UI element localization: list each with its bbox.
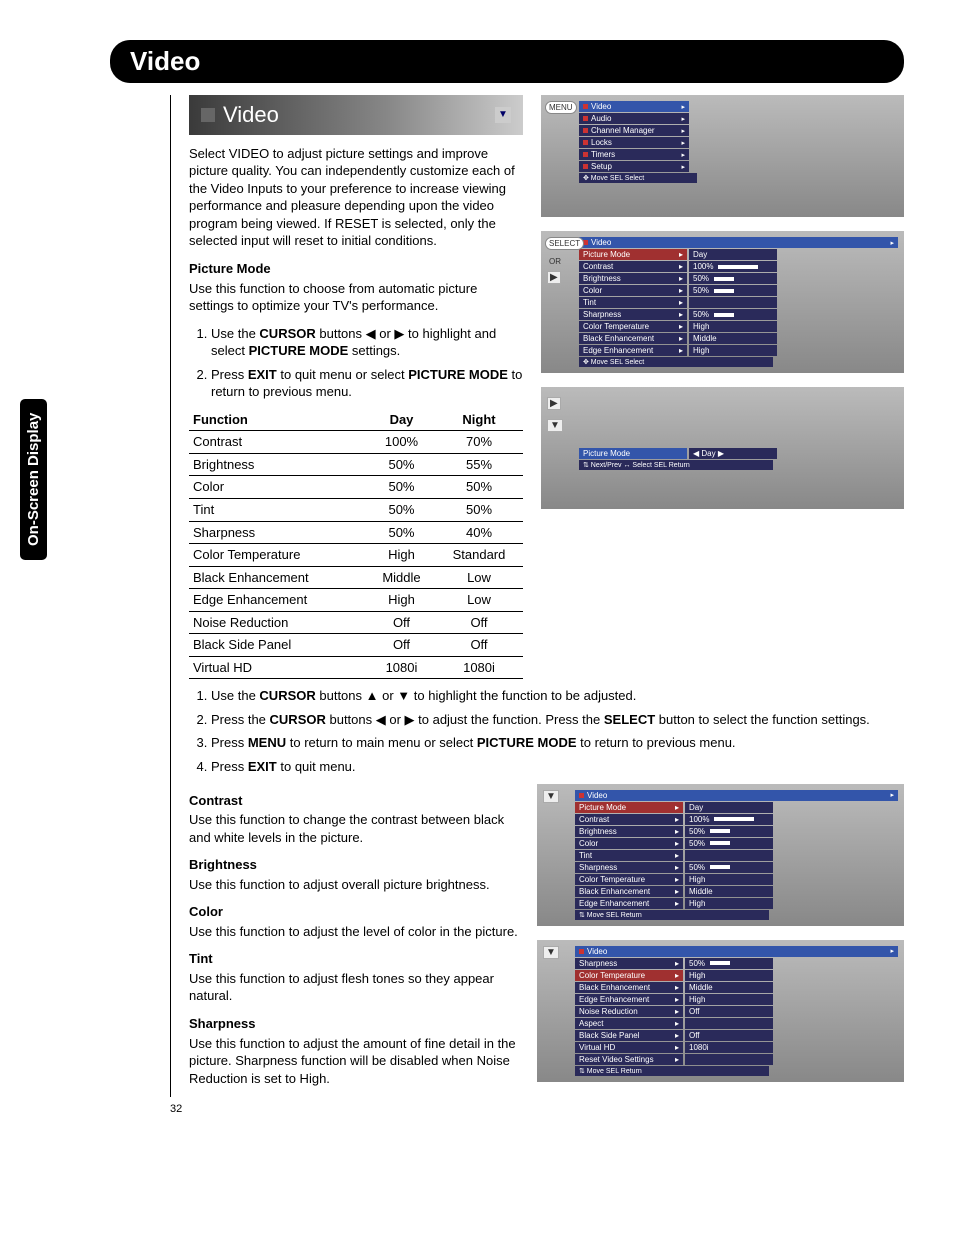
right-arrow-icon: ▶ — [547, 271, 561, 284]
osd-menu-item: Setup▸ — [579, 161, 689, 172]
page-number: 32 — [170, 1103, 904, 1115]
osd-row: Color Temperature▸High — [579, 321, 898, 332]
osd-menu-item: Video▸ — [579, 101, 689, 112]
function-table: FunctionDayNight Contrast100%70%Brightne… — [189, 409, 523, 680]
osd-row: Sharpness▸50% — [575, 862, 898, 873]
osd-menu-item: Channel Manager▸ — [579, 125, 689, 136]
table-row: Virtual HD1080i1080i — [189, 656, 523, 679]
osd-row: Aspect▸ — [575, 1018, 898, 1029]
osd-row: Edge Enhancement▸High — [579, 345, 898, 356]
osd-row: Reset Video Settings▸ — [575, 1054, 898, 1065]
osd-row: Picture Mode▸Day — [575, 802, 898, 813]
step-4: Press EXIT to quit menu. — [211, 758, 904, 776]
table-row: Color50%50% — [189, 476, 523, 499]
section-title: Contrast — [189, 792, 519, 810]
osd-row: Brightness▸50% — [579, 273, 898, 284]
osd-menu-item: Timers▸ — [579, 149, 689, 160]
osd-hint: ⇅ Next/Prev ↔ Select SEL Return — [579, 460, 773, 470]
pm-step-2: Press EXIT to quit menu or select PICTUR… — [211, 366, 523, 401]
osd-row: Contrast▸100% — [579, 261, 898, 272]
section-desc: Use this function to adjust the level of… — [189, 923, 519, 941]
section-title: Sharpness — [189, 1015, 519, 1033]
section-title: Tint — [189, 950, 519, 968]
osd-row: Black Side Panel▸Off — [575, 1030, 898, 1041]
section-desc: Use this function to adjust flesh tones … — [189, 970, 519, 1005]
osd-row: Tint▸ — [575, 850, 898, 861]
osd-row: Sharpness▸50% — [579, 309, 898, 320]
video-subheader-text: Video — [223, 100, 279, 130]
down-arrow-icon: ▼ — [547, 419, 563, 432]
table-row: Tint50%50% — [189, 498, 523, 521]
osd-row-label: Picture Mode — [579, 448, 687, 459]
osd-row: Color Temperature▸High — [575, 970, 898, 981]
table-row: Black EnhancementMiddleLow — [189, 566, 523, 589]
down-arrow-icon: ▼ — [543, 946, 559, 959]
osd-row: Picture Mode▸Day — [579, 249, 898, 260]
osd-hint: ✥ Move SEL Select — [579, 173, 697, 183]
osd-row: Black Enhancement▸Middle — [575, 982, 898, 993]
section-desc: Use this function to adjust the amount o… — [189, 1035, 519, 1088]
section-title: Brightness — [189, 856, 519, 874]
osd-row: Color▸50% — [575, 838, 898, 849]
osd-row-value: ◀ Day ▶ — [689, 448, 777, 459]
picture-mode-desc: Use this function to choose from automat… — [189, 280, 523, 315]
dropdown-icon: ▼ — [495, 107, 511, 123]
select-button-icon: SELECT — [545, 237, 584, 250]
intro-text: Select VIDEO to adjust picture settings … — [189, 145, 523, 250]
table-row: Color TemperatureHighStandard — [189, 544, 523, 567]
osd-row: Black Enhancement▸Middle — [579, 333, 898, 344]
menu-button-icon: MENU — [545, 101, 577, 114]
square-icon — [201, 108, 215, 122]
step-2: Press the CURSOR buttons ◀ or ▶ to adjus… — [211, 711, 904, 729]
osd-main-menu: MENU Video▸Audio▸Channel Manager▸Locks▸T… — [541, 95, 904, 217]
osd-video-menu: SELECT OR ▶ Video▸ Picture Mode▸DayContr… — [541, 231, 904, 373]
table-row: Black Side PanelOffOff — [189, 634, 523, 657]
osd-row: Virtual HD▸1080i — [575, 1042, 898, 1053]
osd-row: Tint▸ — [579, 297, 898, 308]
osd-row: Edge Enhancement▸High — [575, 994, 898, 1005]
osd-row: Noise Reduction▸Off — [575, 1006, 898, 1017]
picture-mode-title: Picture Mode — [189, 260, 523, 278]
side-tab: On-Screen Display — [20, 399, 47, 560]
osd-video-menu-2: ▼ Video▸ Picture Mode▸DayContrast▸100%Br… — [537, 784, 904, 926]
osd-row: Color Temperature▸High — [575, 874, 898, 885]
section-desc: Use this function to adjust overall pict… — [189, 876, 519, 894]
osd-picture-mode-select: ▶ ▼ Picture Mode◀ Day ▶ ⇅ Next/Prev ↔ Se… — [541, 387, 904, 509]
osd-row: Color▸50% — [579, 285, 898, 296]
table-row: Contrast100%70% — [189, 431, 523, 454]
osd-video-menu-3: ▼ Video▸ Sharpness▸50%Color Temperature▸… — [537, 940, 904, 1082]
right-arrow-icon: ▶ — [547, 397, 561, 410]
osd-header: Video▸ — [575, 790, 898, 801]
osd-row: Sharpness▸50% — [575, 958, 898, 969]
step-1: Use the CURSOR buttons ▲ or ▼ to highlig… — [211, 687, 904, 705]
step-3: Press MENU to return to main menu or sel… — [211, 734, 904, 752]
down-arrow-icon: ▼ — [543, 790, 559, 803]
osd-menu-item: Audio▸ — [579, 113, 689, 124]
pm-step-1: Use the CURSOR buttons ◀ or ▶ to highlig… — [211, 325, 523, 360]
table-row: Brightness50%55% — [189, 453, 523, 476]
table-row: Sharpness50%40% — [189, 521, 523, 544]
or-label: OR — [547, 257, 563, 266]
osd-hint: ⇅ Move SEL Return — [575, 1066, 769, 1076]
page-header: Video — [110, 40, 904, 83]
osd-row: Brightness▸50% — [575, 826, 898, 837]
section-desc: Use this function to change the contrast… — [189, 811, 519, 846]
osd-row: Edge Enhancement▸High — [575, 898, 898, 909]
osd-header: Video▸ — [579, 237, 898, 248]
table-row: Edge EnhancementHighLow — [189, 589, 523, 612]
osd-hint: ✥ Move SEL Select — [579, 357, 773, 367]
osd-row: Contrast▸100% — [575, 814, 898, 825]
table-row: Noise ReductionOffOff — [189, 611, 523, 634]
osd-row: Black Enhancement▸Middle — [575, 886, 898, 897]
section-title: Color — [189, 903, 519, 921]
osd-hint: ⇅ Move SEL Return — [575, 910, 769, 920]
osd-header: Video▸ — [575, 946, 898, 957]
video-subheader-bar: Video ▼ — [189, 95, 523, 135]
osd-menu-item: Locks▸ — [579, 137, 689, 148]
